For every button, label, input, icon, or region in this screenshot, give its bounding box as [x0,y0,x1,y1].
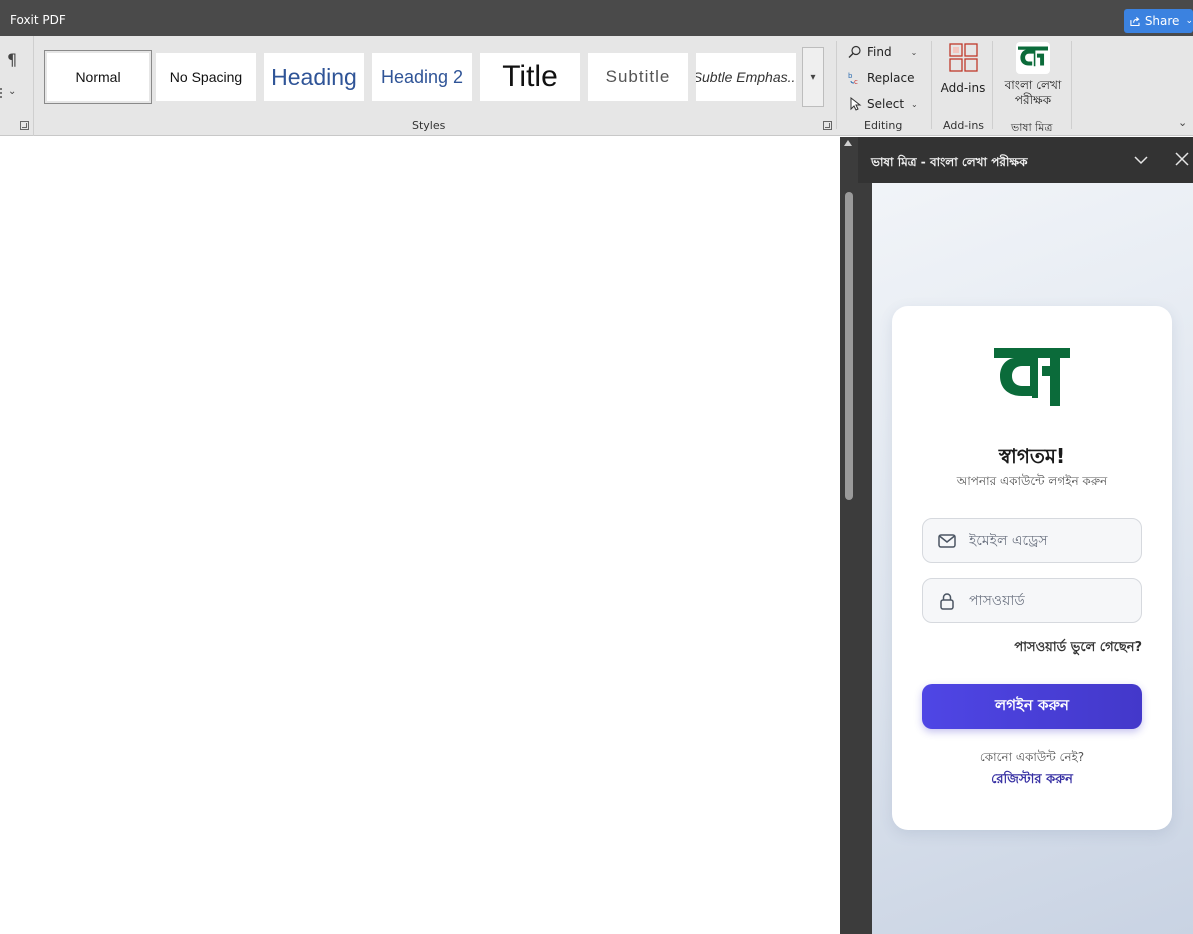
replace-label: Replace [867,71,915,85]
addins-group-label: Add-ins [943,119,985,132]
bhasha-mitra-label-line1: বাংলা লেখা [1004,78,1062,92]
group-divider [992,41,993,129]
login-card: স্বাগতম! আপনার একাউন্টে লগইন করুন পাসওয়… [892,306,1172,830]
addins-button[interactable]: Add-ins [938,43,988,115]
document-canvas[interactable] [0,137,840,934]
dotted-divider [0,88,3,98]
chevron-down-icon[interactable] [1132,151,1150,169]
bhasha-mitra-logo [1016,42,1050,74]
select-button[interactable]: Select ⌄ [848,94,918,114]
bhasha-mitra-button[interactable]: বাংলা লেখা পরীক্ষক [1000,42,1066,114]
task-pane-header: ভাষা মিত্র - বাংলা লেখা পরীক্ষক [858,137,1193,183]
editing-group-label: Editing [864,119,903,132]
login-subtitle: আপনার একাউন্টে লগইন করুন [956,474,1108,488]
group-divider [1071,41,1072,129]
ribbon: ¶ ⌄ Normal No Spacing Heading Heading 2 … [0,36,1193,136]
style-subtle-emphasis[interactable]: Subtle Emphas... [696,53,796,101]
lock-icon [940,592,954,610]
login-button[interactable]: লগইন করুন [922,684,1142,729]
chevron-down-icon: ⌄ [911,99,918,109]
password-field[interactable] [922,578,1142,623]
group-divider [931,41,932,129]
bhasha-mitra-logo [994,348,1070,406]
styles-dialog-launcher-icon[interactable] [823,121,832,130]
task-pane-title: ভাষা মিত্র - বাংলা লেখা পরীক্ষক [871,155,1028,169]
style-heading-2[interactable]: Heading 2 [372,53,472,101]
select-label: Select [867,97,905,111]
replace-button[interactable]: bc Replace [848,68,914,88]
share-button[interactable]: Share ⌄ [1124,9,1193,33]
email-field[interactable] [922,518,1142,563]
forgot-password-link[interactable]: পাসওয়ার্ড ভুলে গেছেন? [1014,638,1142,659]
title-bar: Foxit PDF Share ⌄ [0,0,1193,36]
close-icon[interactable] [1174,151,1190,167]
find-label: Find [867,45,892,59]
bhasha-mitra-label-line2: পরীক্ষক [1014,93,1052,107]
scrollbar-thumb[interactable] [845,192,853,500]
svg-text:c: c [854,78,858,85]
find-icon [848,45,861,58]
select-icon [850,97,862,111]
scroll-up-icon[interactable] [844,140,852,146]
paragraph-group-stub: ¶ ⌄ [0,36,34,136]
chevron-down-icon[interactable]: ⌄ [8,86,16,97]
addins-icon [948,43,978,72]
bhasha-mitra-group-label: ভাষা মিত্র [1011,121,1053,134]
style-title[interactable]: Title [480,53,580,101]
welcome-heading: স্বাগতম! [998,444,1066,468]
share-icon [1130,16,1140,27]
task-pane: ভাষা মিত্র - বাংলা লেখা পরীক্ষক স্বাগতম!… [858,137,1193,934]
style-no-spacing[interactable]: No Spacing [156,53,256,101]
register-link[interactable]: রেজিস্টার করুন [892,770,1172,791]
pilcrow-icon[interactable]: ¶ [7,50,17,69]
svg-text:b: b [848,72,853,80]
dialog-launcher-icon[interactable] [20,121,29,130]
replace-icon: bc [848,72,858,85]
style-subtitle[interactable]: Subtitle [588,53,688,101]
mail-icon [938,533,956,548]
style-heading[interactable]: Heading [264,53,364,101]
styles-gallery: Normal No Spacing Heading Heading 2 Titl… [42,47,804,105]
email-input[interactable] [969,532,1129,549]
styles-more-button[interactable]: ▾ [802,47,824,107]
chevron-down-icon[interactable]: ⌄ [1178,116,1187,129]
no-account-text: কোনো একাউন্ট নেই? [979,750,1085,764]
password-input[interactable] [969,592,1129,609]
chevron-down-icon[interactable]: ⌄ [911,48,918,57]
app-title: Foxit PDF [10,13,66,27]
share-label: Share [1144,14,1180,28]
style-normal[interactable]: Normal [44,50,152,104]
addins-label: Add-ins [940,81,986,95]
group-divider [836,41,837,129]
chevron-down-icon: ▾ [810,71,816,83]
chevron-down-icon: ⌄ [1185,16,1193,26]
find-button[interactable]: Find ⌄ [848,42,917,62]
task-pane-body: স্বাগতম! আপনার একাউন্টে লগইন করুন পাসওয়… [872,183,1193,934]
styles-group-label: Styles [412,119,446,132]
document-scrollbar[interactable] [840,137,858,934]
